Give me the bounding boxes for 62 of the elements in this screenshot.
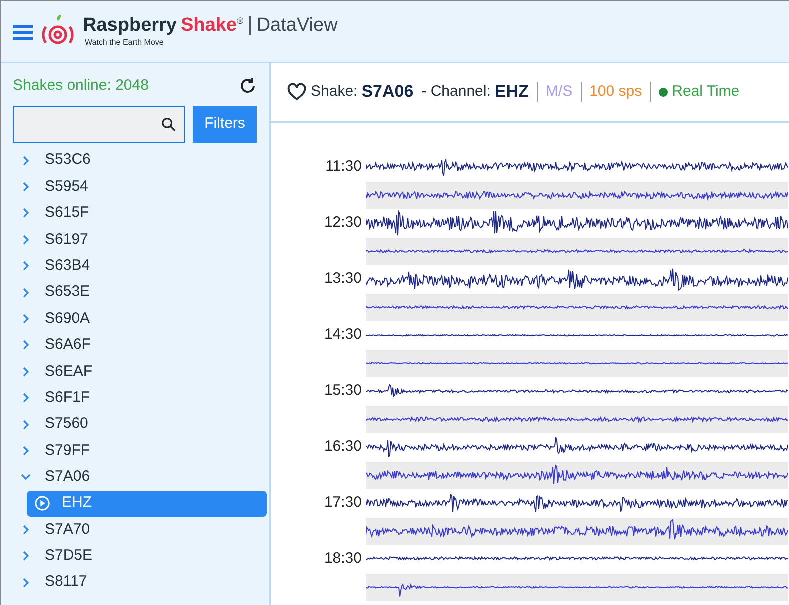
chevron-right-icon <box>21 420 31 430</box>
chevron-right-icon <box>21 288 31 298</box>
chevron-right-icon <box>21 551 31 562</box>
play-icon <box>35 496 50 512</box>
unit-label: M/S <box>546 82 573 102</box>
chevron-right-icon <box>21 393 31 404</box>
mode-label: Real Time <box>672 82 740 102</box>
chevron-right-icon <box>21 261 31 272</box>
brand-accent: Shake <box>181 16 237 34</box>
station-item[interactable]: S6A6F <box>1 332 269 359</box>
station-item[interactable]: S6F1F <box>1 385 269 412</box>
chevron-right-icon <box>21 524 31 535</box>
shake-label: Shake: <box>311 82 358 102</box>
station-item[interactable]: S653E <box>1 279 269 306</box>
channel-label: - Channel: <box>422 82 491 102</box>
time-label: 17:30 <box>324 492 362 513</box>
chevron-right-icon <box>21 182 31 192</box>
time-label: 11:30 <box>326 156 362 177</box>
separator: | <box>248 14 253 34</box>
search-field[interactable] <box>13 106 185 142</box>
search-icon <box>160 116 176 132</box>
time-label: 16:30 <box>324 436 362 457</box>
menu-icon[interactable] <box>13 24 33 40</box>
chevron-down-icon <box>21 472 31 482</box>
heart-icon[interactable] <box>287 83 307 101</box>
chevron-right-icon <box>21 234 31 245</box>
sample-rate: 100 sps <box>590 82 642 102</box>
station-item[interactable]: S690A <box>1 306 269 332</box>
station-item[interactable]: S7A06 <box>1 464 269 491</box>
station-item[interactable]: S6197 <box>1 226 269 254</box>
chevron-right-icon <box>21 366 31 377</box>
time-label: 12:30 <box>324 212 362 233</box>
station-item[interactable]: S615F <box>1 200 269 227</box>
app-name: DataView <box>256 16 338 34</box>
refresh-icon[interactable] <box>239 77 257 96</box>
channel-item[interactable]: EHZ <box>27 490 267 517</box>
station-item[interactable]: S53C6 <box>1 148 269 174</box>
filters-button[interactable]: Filters <box>193 106 257 142</box>
chevron-right-icon <box>21 578 31 588</box>
tagline: Watch the Earth Move <box>85 36 165 48</box>
time-label: 14:30 <box>324 324 362 345</box>
station-item[interactable]: S7A70 <box>1 516 269 543</box>
station-item[interactable]: S7D5E <box>1 542 269 570</box>
brand-name: Raspberry <box>83 16 177 34</box>
chevron-right-icon <box>21 314 31 324</box>
chevron-right-icon <box>21 340 31 350</box>
time-label: 18:30 <box>324 548 362 569</box>
time-label: 13:30 <box>324 268 362 289</box>
time-label: 15:30 <box>324 380 362 401</box>
chevron-right-icon <box>21 446 31 456</box>
station-item[interactable]: S5954 <box>1 174 269 200</box>
station-item[interactable]: S79FF <box>1 438 269 464</box>
station-item[interactable]: S7560 <box>1 411 269 438</box>
station-item[interactable]: S63B4 <box>1 253 269 280</box>
channel-id: EHZ <box>494 81 529 104</box>
online-count: Shakes online: 2048 <box>13 76 149 96</box>
station-item[interactable]: S6EAF <box>1 358 269 386</box>
station-item[interactable]: S8117 <box>1 569 269 596</box>
chevron-right-icon <box>21 156 31 166</box>
chevron-right-icon <box>21 208 31 218</box>
shake-id: S7A06 <box>362 81 414 104</box>
registered-mark: ® <box>236 14 244 28</box>
